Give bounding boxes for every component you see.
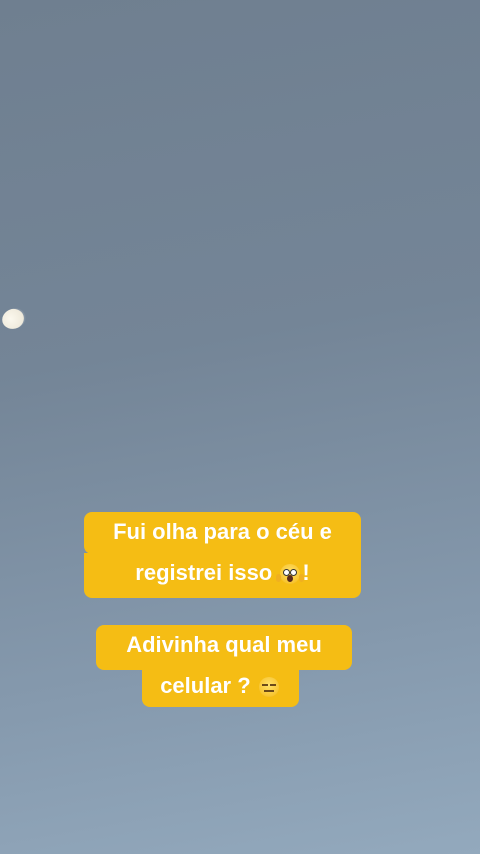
caption-line-4: celular ?: [142, 667, 299, 707]
caption-text-3: Adivinha qual meu: [126, 632, 322, 657]
face-screaming-in-fear-icon: [276, 564, 305, 585]
sky-background: [0, 0, 480, 854]
caption-text-4: celular ?: [160, 673, 251, 698]
caption-text-1: Fui olha para o céu e: [113, 519, 332, 544]
caption-line-3: Adivinha qual meu: [96, 625, 352, 670]
caption-line-1: Fui olha para o céu e: [84, 512, 361, 554]
expressionless-face-icon: [258, 677, 279, 698]
caption-exclamation: !: [302, 560, 310, 585]
caption-text-2: registrei isso: [135, 560, 273, 585]
caption-line-2: registrei isso !: [84, 553, 361, 598]
